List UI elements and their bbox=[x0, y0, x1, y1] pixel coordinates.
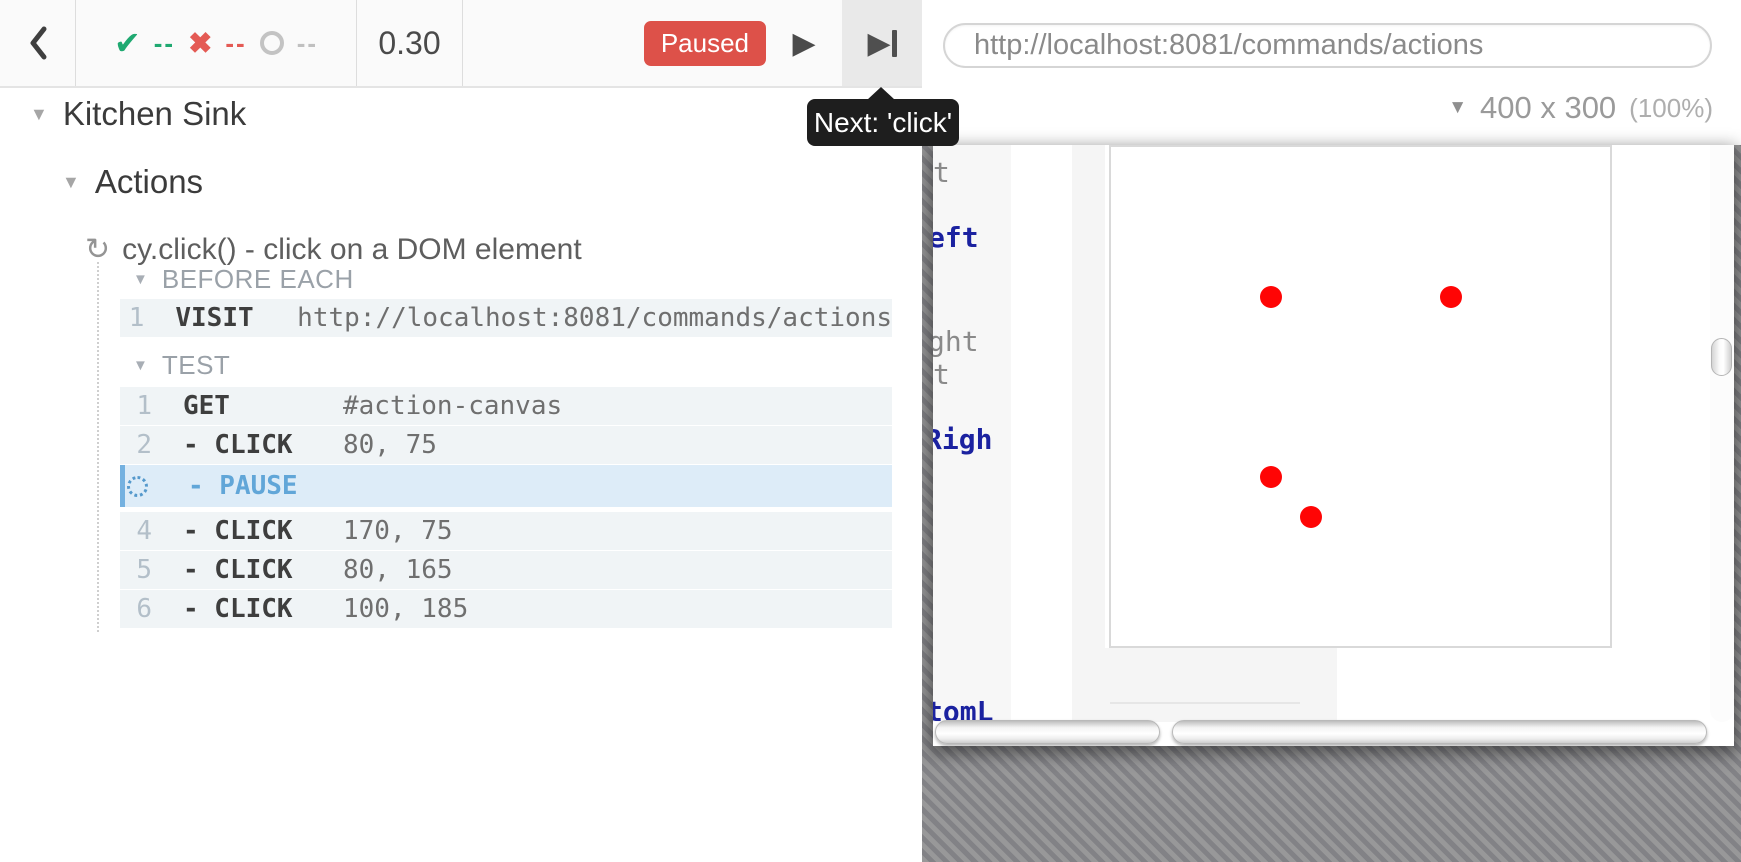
command-message: http://localhost:8081/commands/actions bbox=[297, 303, 892, 333]
viewport-menu[interactable]: ▼ 400 x 300 (100%) bbox=[1448, 90, 1713, 126]
command-method: - CLICK bbox=[183, 555, 293, 585]
reporter-toolbar: ✔ -- ✖ -- -- 0.30 Paused ▶ ▶ bbox=[0, 0, 922, 88]
viewport-size: 400 x 300 bbox=[1480, 90, 1617, 125]
next-step-tooltip: Next: 'click' bbox=[807, 87, 959, 146]
command-row-get[interactable]: 1 GET #action-canvas bbox=[120, 387, 892, 425]
step-forward-icon: ▶ bbox=[867, 26, 897, 61]
test-duration: 0.30 bbox=[357, 0, 463, 86]
click-dot bbox=[1440, 286, 1462, 308]
hook-label: TEST bbox=[161, 350, 231, 380]
pending-count: -- bbox=[296, 27, 319, 58]
code-block-strip bbox=[1072, 145, 1105, 648]
chevron-down-icon: ▼ bbox=[62, 172, 80, 192]
command-message: #action-canvas bbox=[343, 391, 563, 421]
vertical-scrollbar-thumb[interactable] bbox=[1711, 338, 1732, 376]
command-message: 80, 75 bbox=[343, 430, 437, 460]
chevron-down-icon: ▼ bbox=[133, 357, 148, 374]
back-button[interactable] bbox=[0, 0, 76, 86]
command-number: 4 bbox=[136, 516, 152, 546]
hook-header-test[interactable]: ▼ TEST bbox=[133, 350, 230, 381]
app-under-test-iframe: t eft ght t Righ tomL bbox=[933, 145, 1734, 746]
pending-circle-icon bbox=[259, 31, 284, 55]
command-row-click[interactable]: 5 - CLICK 80, 165 bbox=[120, 551, 892, 589]
passed-count: -- bbox=[153, 27, 176, 58]
spec-root[interactable]: ▼ Kitchen Sink bbox=[30, 95, 246, 133]
hook-label: BEFORE EACH bbox=[161, 264, 354, 294]
test-item[interactable]: ↻ cy.click() - click on a DOM element bbox=[85, 232, 582, 267]
command-row-pause[interactable]: - PAUSE bbox=[120, 465, 892, 507]
command-row-click[interactable]: 2 - CLICK 80, 75 bbox=[120, 426, 892, 464]
runner-header: http://localhost:8081/commands/actions ▼… bbox=[922, 0, 1741, 145]
spec-title: Kitchen Sink bbox=[62, 95, 247, 132]
paused-badge: Paused bbox=[643, 20, 766, 66]
command-list-test: 1 GET #action-canvas 2 - CLICK 80, 75 - PAUSE 4… bbox=[120, 387, 892, 629]
click-dot bbox=[1260, 466, 1282, 488]
command-number: 2 bbox=[136, 430, 152, 460]
suite-title: Actions bbox=[94, 163, 204, 200]
chevron-left-icon bbox=[30, 26, 46, 60]
test-stats: ✔ -- ✖ -- -- bbox=[76, 0, 357, 86]
horizontal-scrollbar-left[interactable] bbox=[935, 720, 1160, 744]
command-message: 100, 185 bbox=[343, 594, 469, 624]
vertical-scrollbar-track[interactable] bbox=[1710, 145, 1734, 722]
click-dot bbox=[1300, 506, 1322, 528]
chevron-down-icon: ▼ bbox=[133, 271, 148, 288]
command-number: 5 bbox=[136, 555, 152, 585]
hook-header-before-each[interactable]: ▼ BEFORE EACH bbox=[133, 264, 354, 295]
command-method: - PAUSE bbox=[188, 471, 298, 501]
command-method: GET bbox=[183, 391, 230, 421]
click-dot bbox=[1260, 286, 1282, 308]
command-method: - CLICK bbox=[183, 430, 293, 460]
failed-count: -- bbox=[225, 27, 247, 58]
code-fragment: Righ bbox=[933, 423, 993, 456]
command-number: 1 bbox=[136, 391, 152, 421]
code-fragment: t bbox=[933, 358, 950, 391]
resume-button[interactable]: ▶ bbox=[766, 0, 842, 86]
suite-actions[interactable]: ▼ Actions bbox=[62, 163, 203, 201]
indent-guide-line bbox=[97, 262, 99, 632]
tooltip-text: Next: 'click' bbox=[813, 106, 953, 138]
action-canvas[interactable] bbox=[1109, 145, 1612, 648]
section-divider bbox=[1110, 702, 1300, 704]
command-row-click[interactable]: 4 - CLICK 170, 75 bbox=[120, 512, 892, 550]
spinner-icon bbox=[127, 475, 148, 497]
horizontal-scrollbar-right[interactable] bbox=[1172, 720, 1707, 744]
passed-check-icon: ✔ bbox=[113, 25, 141, 61]
command-list-before-each: 1 VISIT http://localhost:8081/commands/act… bbox=[120, 299, 892, 338]
command-spinner bbox=[125, 475, 171, 497]
command-number: 6 bbox=[136, 594, 152, 624]
code-fragment: ght bbox=[933, 325, 979, 358]
code-block: t eft ght t Righ tomL bbox=[933, 145, 1011, 726]
command-message: 170, 75 bbox=[343, 516, 453, 546]
url-text: http://localhost:8081/commands/actions bbox=[974, 29, 1484, 61]
viewport-scale: (100%) bbox=[1629, 92, 1713, 123]
command-number: 1 bbox=[128, 303, 145, 333]
section-below-canvas bbox=[1072, 648, 1337, 722]
command-row-click[interactable]: 6 - CLICK 100, 185 bbox=[120, 590, 892, 628]
command-method: - CLICK bbox=[183, 516, 293, 546]
test-title: cy.click() - click on a DOM element bbox=[122, 232, 582, 266]
code-fragment: eft bbox=[933, 221, 979, 254]
cypress-test-runner: ✔ -- ✖ -- -- 0.30 Paused ▶ ▶ ▼ Kitchen S… bbox=[0, 0, 1741, 862]
command-message: 80, 165 bbox=[343, 555, 453, 585]
runner-background: t eft ght t Righ tomL bbox=[922, 145, 1741, 862]
command-method: - CLICK bbox=[183, 594, 293, 624]
reporter-panel: ✔ -- ✖ -- -- 0.30 Paused ▶ ▶ ▼ Kitchen S… bbox=[0, 0, 922, 862]
chevron-down-icon: ▼ bbox=[1448, 97, 1467, 118]
chevron-down-icon: ▼ bbox=[30, 104, 48, 124]
code-fragment: t bbox=[933, 156, 950, 189]
command-row-visit[interactable]: 1 VISIT http://localhost:8081/commands/act… bbox=[120, 299, 892, 337]
next-step-button[interactable]: ▶ bbox=[842, 0, 922, 86]
url-address-bar[interactable]: http://localhost:8081/commands/actions bbox=[943, 23, 1712, 68]
command-method: VISIT bbox=[175, 303, 254, 333]
failed-x-icon: ✖ bbox=[188, 27, 213, 60]
